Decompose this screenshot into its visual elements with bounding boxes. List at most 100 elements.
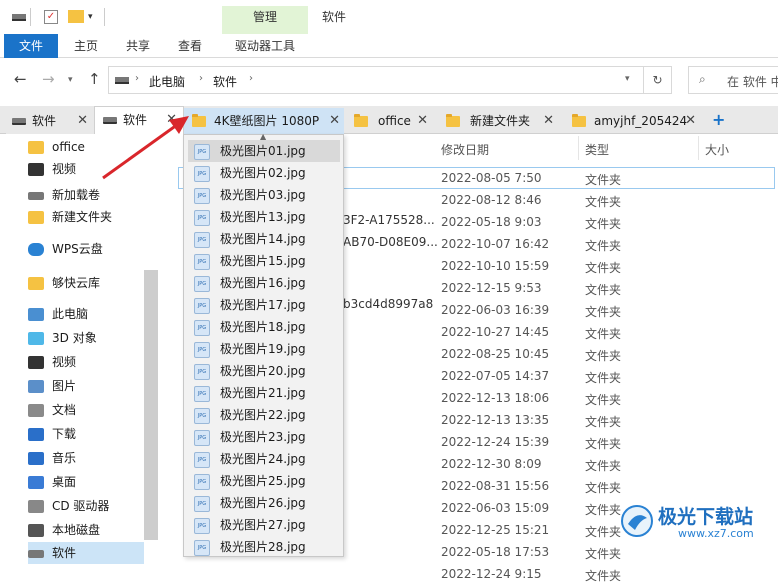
row-type: 文件夹 — [585, 261, 622, 275]
dropdown-item[interactable]: JPG 极光图片16.jpg — [188, 272, 340, 294]
music-icon — [28, 452, 44, 465]
sidebar-item[interactable]: 视频 — [28, 351, 76, 373]
sidebar-item-label: 此电脑 — [52, 307, 89, 321]
sidebar-item[interactable]: 够快云库 — [28, 272, 100, 294]
dropdown-item[interactable]: JPG 极光图片15.jpg — [188, 250, 340, 272]
watermark-icon — [621, 505, 653, 537]
row-type: 文件夹 — [585, 283, 622, 297]
column-type[interactable]: 类型 — [585, 141, 609, 158]
sidebar-item[interactable]: 文档 — [28, 399, 76, 421]
breadcrumb-this-pc[interactable]: 此电脑 — [149, 73, 185, 90]
dropdown-item[interactable]: JPG 极光图片27.jpg — [188, 514, 340, 536]
tab-label: 软件 — [32, 114, 57, 128]
jpg-file-icon: JPG — [194, 143, 210, 160]
tab-amyjhf[interactable]: amyjhf_205424 ✕ — [564, 108, 702, 134]
recent-locations-icon[interactable]: ▾ — [68, 75, 73, 85]
jpg-file-icon: JPG — [194, 341, 210, 358]
row-type: 文件夹 — [585, 569, 622, 583]
refresh-button[interactable]: ↻ — [644, 66, 672, 94]
sidebar-item[interactable]: 桌面 — [28, 471, 76, 493]
dropdown-item-label: 极光图片27.jpg — [220, 518, 306, 532]
dropdown-item[interactable]: JPG 极光图片02.jpg — [188, 162, 340, 184]
tab-home[interactable]: 主页 — [66, 34, 106, 58]
tab-4k-wallpaper[interactable]: 4K壁纸图片 1080P ✕ — [184, 108, 344, 134]
tab-software-1[interactable]: 软件 ✕ — [6, 108, 94, 134]
tab-share[interactable]: 共享 — [118, 34, 158, 58]
dropdown-item[interactable]: JPG 极光图片17.jpg — [188, 294, 340, 316]
chevron-down-icon[interactable]: ▾ — [625, 74, 630, 84]
properties-icon[interactable]: ✓ — [44, 10, 58, 24]
row-modified-date: 2022-10-27 14:45 — [441, 325, 550, 339]
jpg-file-icon: JPG — [194, 473, 210, 490]
sidebar-item[interactable]: 3D 对象 — [28, 327, 97, 349]
folder-icon — [354, 114, 368, 127]
dropdown-item[interactable]: JPG 极光图片26.jpg — [188, 492, 340, 514]
jpg-file-icon: JPG — [194, 275, 210, 292]
new-folder-icon[interactable] — [68, 10, 84, 23]
sidebar-item[interactable]: WPS云盘 — [28, 238, 103, 260]
column-modified[interactable]: 修改日期 — [441, 141, 489, 158]
add-tab-button[interactable]: + — [712, 110, 725, 129]
dropdown-item[interactable]: JPG 极光图片19.jpg — [188, 338, 340, 360]
back-arrow-icon[interactable]: ← — [14, 70, 27, 88]
tab-view[interactable]: 查看 — [170, 34, 210, 58]
watermark-text: 极光下载站 — [658, 506, 754, 528]
forward-arrow-icon[interactable]: → — [42, 70, 55, 88]
jpg-file-icon: JPG — [194, 297, 210, 314]
sidebar-item[interactable]: 视频 — [28, 158, 76, 180]
sidebar-item[interactable]: 下载 — [28, 423, 76, 445]
close-icon[interactable]: ✕ — [543, 108, 554, 134]
dropdown-item-label: 极光图片15.jpg — [220, 254, 306, 268]
dropdown-item-label: 极光图片17.jpg — [220, 298, 306, 312]
dropdown-item[interactable]: JPG 极光图片25.jpg — [188, 470, 340, 492]
sidebar-item[interactable]: 图片 — [28, 375, 76, 397]
tab-drive-tools[interactable]: 驱动器工具 — [224, 34, 306, 58]
dropdown-item[interactable]: JPG 极光图片20.jpg — [188, 360, 340, 382]
search-icon: ⌕ — [699, 72, 706, 86]
sidebar-item[interactable]: 新建文件夹 — [28, 206, 112, 228]
sidebar-item[interactable]: 此电脑 — [28, 303, 88, 325]
row-type: 文件夹 — [585, 503, 622, 517]
breadcrumb-software[interactable]: 软件 — [213, 73, 237, 90]
up-arrow-icon[interactable]: ↑ — [88, 70, 101, 88]
close-icon[interactable]: ✕ — [417, 108, 428, 134]
column-size[interactable]: 大小 — [705, 141, 729, 158]
close-icon[interactable]: ✕ — [329, 108, 340, 134]
row-type: 文件夹 — [585, 173, 622, 187]
row-modified-date: 2022-10-07 16:42 — [441, 237, 550, 251]
customize-quick-access-icon[interactable]: ▾ — [88, 12, 93, 22]
address-bar[interactable]: › 此电脑 › 软件 › ▾ — [108, 66, 644, 94]
sidebar-item[interactable]: 本地磁盘 — [28, 519, 100, 541]
tab-new-folder[interactable]: 新建文件夹 ✕ — [438, 108, 560, 134]
name-fragment: AB70-D08E09... — [343, 235, 438, 249]
dropdown-item[interactable]: JPG 极光图片24.jpg — [188, 448, 340, 470]
title-bar: ✓ ▾ — [0, 0, 778, 34]
sidebar-item[interactable]: office — [28, 136, 85, 158]
dropdown-item[interactable]: JPG 极光图片01.jpg — [188, 140, 340, 162]
dropdown-item[interactable]: JPG 极光图片03.jpg — [188, 184, 340, 206]
close-icon[interactable]: ✕ — [77, 108, 88, 134]
dropdown-item-label: 极光图片01.jpg — [220, 144, 306, 158]
dropdown-item[interactable]: JPG 极光图片28.jpg — [188, 536, 340, 558]
sidebar-item[interactable]: 音乐 — [28, 447, 76, 469]
sidebar-item[interactable]: 新加载卷 — [28, 184, 100, 206]
row-modified-date: 2022-05-18 9:03 — [441, 215, 542, 229]
refresh-icon: ↻ — [652, 73, 663, 87]
jpg-file-icon: JPG — [194, 363, 210, 380]
sidebar-item[interactable]: 软件 — [28, 542, 144, 564]
row-modified-date: 2022-08-31 15:56 — [441, 479, 550, 493]
tab-label: 新建文件夹 — [470, 114, 531, 128]
dropdown-item[interactable]: JPG 极光图片21.jpg — [188, 382, 340, 404]
dropdown-item[interactable]: JPG 极光图片14.jpg — [188, 228, 340, 250]
tab-office[interactable]: office ✕ — [346, 108, 434, 134]
sidebar-item[interactable]: CD 驱动器 — [28, 495, 109, 517]
close-icon[interactable]: ✕ — [685, 108, 696, 134]
sidebar-scrollbar[interactable] — [144, 270, 158, 540]
dropdown-item[interactable]: JPG 极光图片22.jpg — [188, 404, 340, 426]
sidebar-item-label: 视频 — [52, 162, 77, 176]
dropdown-item[interactable]: JPG 极光图片13.jpg — [188, 206, 340, 228]
dropdown-item[interactable]: JPG 极光图片18.jpg — [188, 316, 340, 338]
tab-file[interactable]: 文件 — [4, 34, 58, 58]
dropdown-item[interactable]: JPG 极光图片23.jpg — [188, 426, 340, 448]
search-box[interactable]: ⌕ 在 软件 中 — [688, 66, 778, 94]
